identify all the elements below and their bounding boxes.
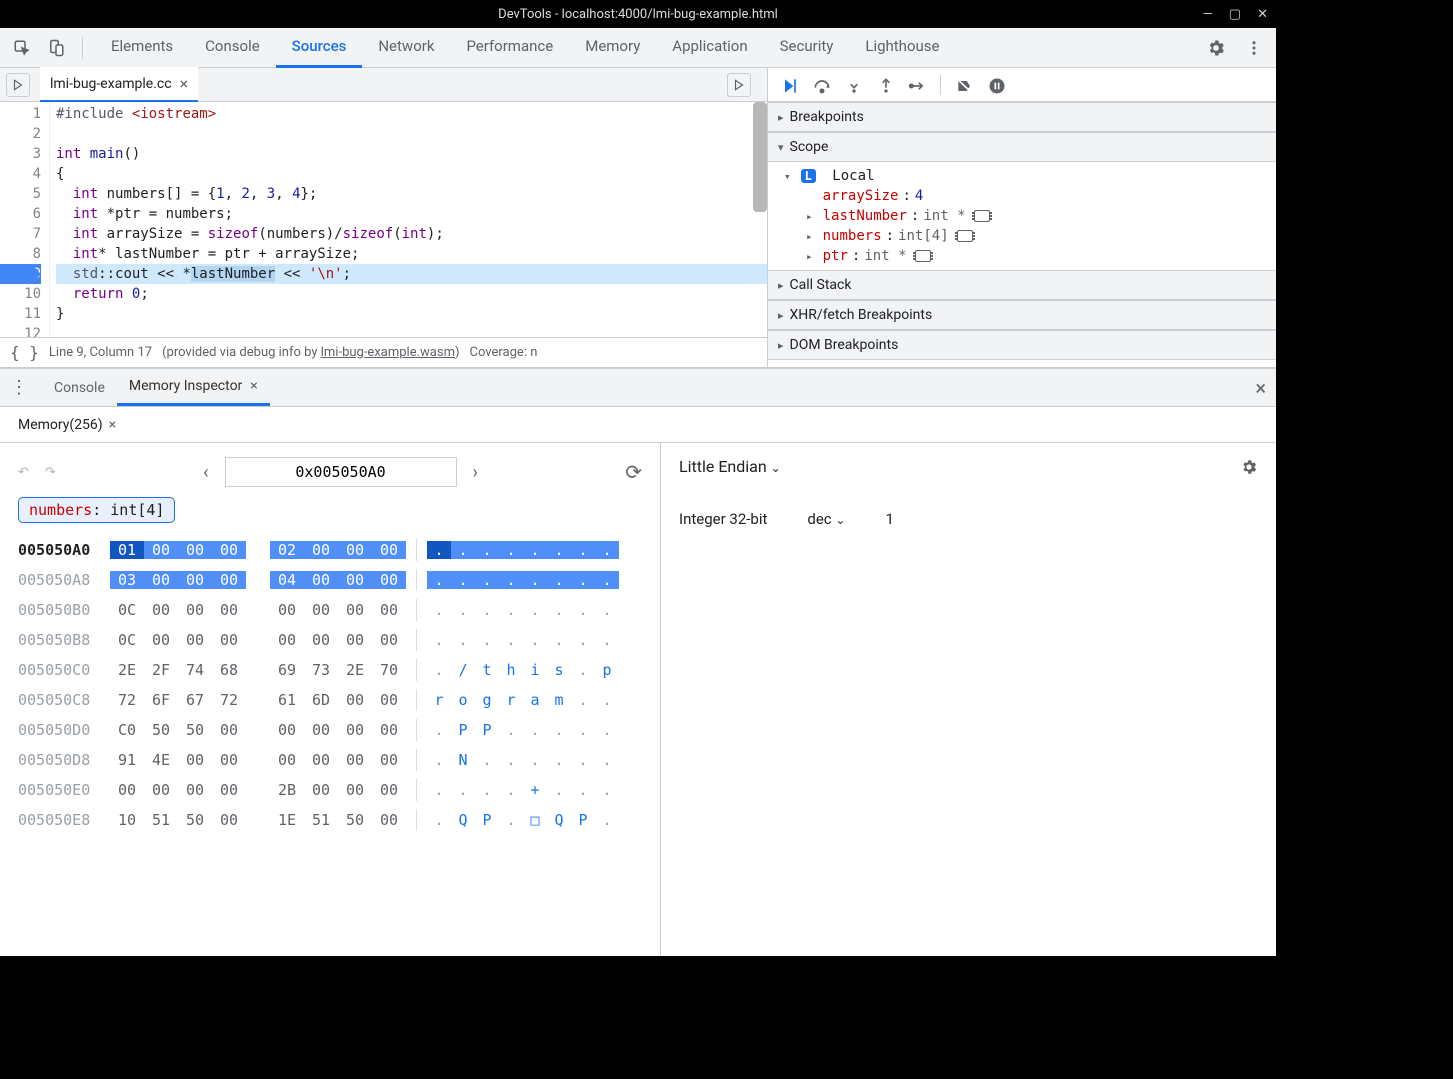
- source-file-tab[interactable]: lmi-bug-example.cc ×: [40, 67, 198, 102]
- devtools-toolbar: ElementsConsoleSourcesNetworkPerformance…: [0, 28, 1276, 68]
- scrollbar-thumb[interactable]: [753, 102, 767, 212]
- window-title: DevTools - localhost:4000/lmi-bug-exampl…: [498, 7, 778, 22]
- scope-var-ptr[interactable]: ▸ptr: int *: [784, 246, 1276, 266]
- tab-sources[interactable]: Sources: [276, 27, 363, 68]
- close-icon[interactable]: ×: [109, 417, 116, 433]
- close-tab-icon[interactable]: ×: [180, 74, 189, 93]
- drawer-tabstrip: ⋮ Console Memory Inspector× ×: [0, 369, 1276, 407]
- redo-icon[interactable]: ↷: [45, 465, 56, 480]
- value-settings-icon[interactable]: [1240, 458, 1258, 476]
- address-input[interactable]: [225, 457, 457, 487]
- memory-chip-icon[interactable]: [915, 250, 931, 262]
- navigator-toggle-icon[interactable]: [6, 73, 30, 97]
- scope-var-numbers[interactable]: ▸numbers: int[4]: [784, 226, 1276, 246]
- tab-elements[interactable]: Elements: [95, 27, 189, 68]
- wasm-link[interactable]: lmi-bug-example.wasm: [321, 345, 455, 360]
- tab-application[interactable]: Application: [656, 27, 763, 68]
- inspect-icon[interactable]: [8, 34, 36, 62]
- step-icon[interactable]: [908, 76, 926, 94]
- address-nav: ↶ ↷ ‹ › ⟳: [18, 457, 642, 487]
- cursor-position: Line 9, Column 17: [49, 345, 152, 360]
- endianness-toggle[interactable]: Little Endian ⌄: [679, 457, 781, 476]
- tab-network[interactable]: Network: [362, 27, 450, 68]
- scope-body: ▾L Local ▸arraySize: 4▸lastNumber: int *…: [768, 162, 1276, 270]
- file-tabstrip: lmi-bug-example.cc ×: [0, 68, 767, 102]
- editor-status-bar: { } Line 9, Column 17 (provided via debu…: [0, 337, 767, 367]
- debugger-toolbar: [768, 68, 1276, 102]
- maximize-icon[interactable]: ▢: [1229, 7, 1241, 22]
- scope-var-lastNumber[interactable]: ▸lastNumber: int *: [784, 206, 1276, 226]
- file-name: lmi-bug-example.cc: [50, 76, 172, 92]
- close-icon[interactable]: ×: [250, 378, 257, 394]
- more-icon[interactable]: [1240, 34, 1268, 62]
- value-display: 1: [885, 510, 893, 528]
- refresh-icon[interactable]: ⟳: [625, 460, 642, 484]
- drawer-memory-inspector-tab[interactable]: Memory Inspector×: [117, 369, 270, 406]
- memory-chip-icon[interactable]: [974, 210, 990, 222]
- tab-lighthouse[interactable]: Lighthouse: [849, 27, 955, 68]
- deactivate-breakpoints-icon[interactable]: [955, 76, 973, 94]
- panel-tabs: ElementsConsoleSourcesNetworkPerformance…: [95, 27, 955, 68]
- settings-icon[interactable]: [1202, 34, 1230, 62]
- pause-exceptions-icon[interactable]: [987, 76, 1005, 94]
- highlight-chip[interactable]: numbers: int[4]: [18, 497, 175, 523]
- memory-chip-icon[interactable]: [957, 230, 973, 242]
- step-over-icon[interactable]: [812, 76, 830, 94]
- memory-buffer-tab[interactable]: Memory(256) ×: [10, 410, 124, 440]
- dom-section[interactable]: ▸DOM Breakpoints: [768, 330, 1276, 360]
- tab-console[interactable]: Console: [189, 27, 276, 68]
- close-icon[interactable]: ✕: [1257, 7, 1268, 22]
- undo-icon[interactable]: ↶: [18, 465, 29, 480]
- coverage-info: Coverage: n: [470, 345, 538, 360]
- prev-page-icon[interactable]: ‹: [203, 462, 208, 483]
- drawer-more-icon[interactable]: ⋮: [10, 377, 28, 398]
- breakpoints-section[interactable]: ▸Breakpoints: [768, 102, 1276, 132]
- xhr-section[interactable]: ▸XHR/fetch Breakpoints: [768, 300, 1276, 330]
- tab-performance[interactable]: Performance: [450, 27, 569, 68]
- minimize-icon[interactable]: —: [1203, 7, 1213, 22]
- step-out-icon[interactable]: [876, 76, 894, 94]
- snippet-run-icon[interactable]: [727, 73, 751, 97]
- local-badge: L: [801, 169, 816, 183]
- resume-icon[interactable]: [780, 76, 798, 94]
- scope-var-arraySize[interactable]: ▸arraySize: 4: [784, 186, 1276, 206]
- device-icon[interactable]: [42, 34, 70, 62]
- value-type: Integer 32-bit: [679, 510, 767, 528]
- hex-viewer[interactable]: 005050A00100000002000000........005050A8…: [18, 535, 642, 835]
- next-page-icon[interactable]: ›: [473, 462, 478, 483]
- code-editor[interactable]: 123456789101112 #include <iostream>int m…: [0, 102, 767, 337]
- drawer-close-icon[interactable]: ×: [1255, 376, 1266, 400]
- scope-section[interactable]: ▾Scope: [768, 132, 1276, 162]
- drawer-console-tab[interactable]: Console: [42, 371, 117, 405]
- step-into-icon[interactable]: [844, 76, 862, 94]
- callstack-section[interactable]: ▸Call Stack: [768, 270, 1276, 300]
- braces-icon[interactable]: { }: [10, 343, 39, 362]
- tab-memory[interactable]: Memory: [569, 27, 656, 68]
- value-base-toggle[interactable]: dec ⌄: [807, 510, 845, 528]
- window-titlebar: DevTools - localhost:4000/lmi-bug-exampl…: [0, 0, 1276, 28]
- tab-security[interactable]: Security: [764, 27, 850, 68]
